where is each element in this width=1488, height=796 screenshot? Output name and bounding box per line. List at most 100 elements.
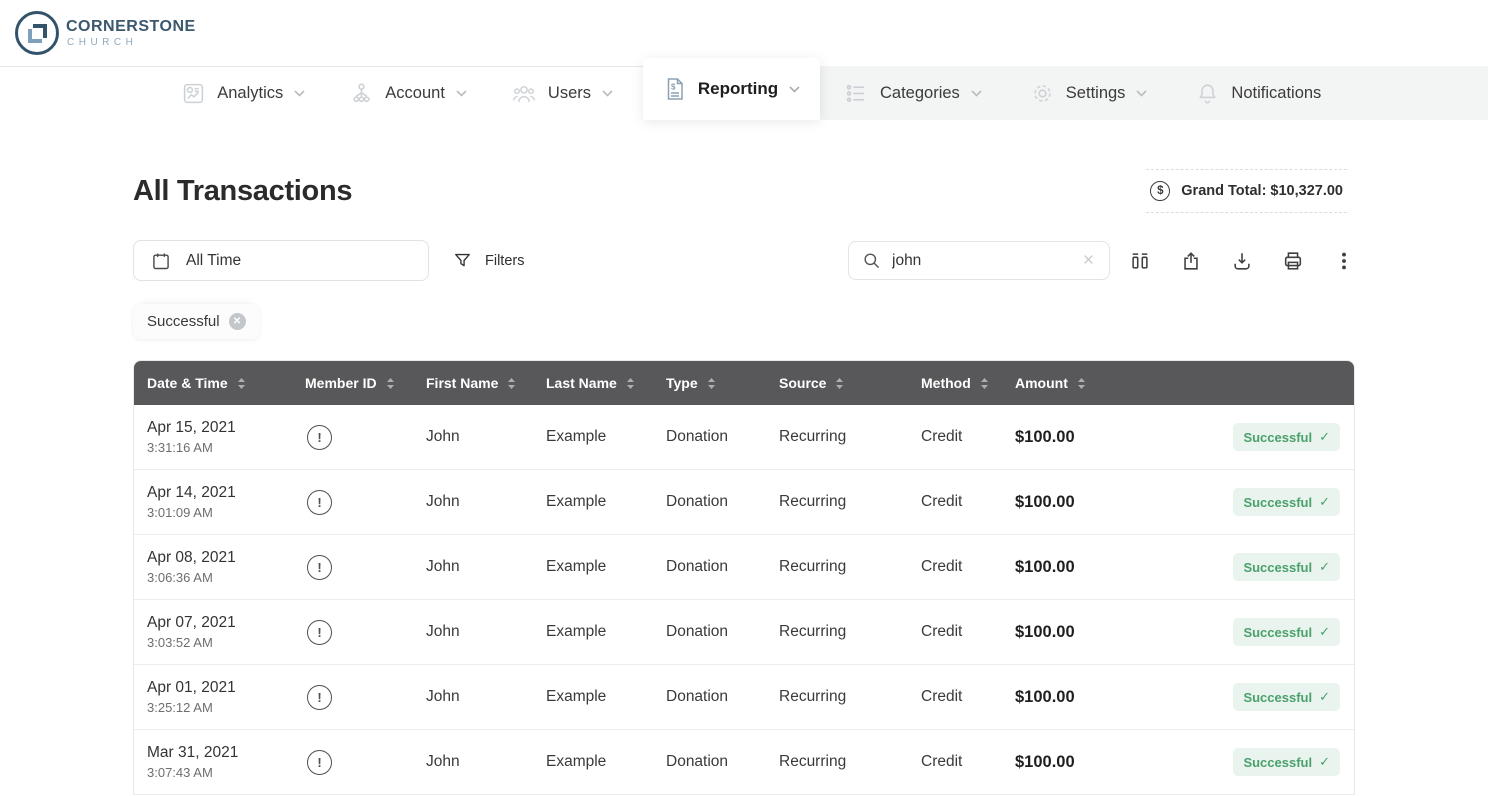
table-header-row: Date & Time Member ID First Name: [134, 361, 1354, 405]
member-id-alert-icon[interactable]: !: [307, 620, 332, 645]
table-row[interactable]: Apr 07, 2021 3:03:52 AM ! John Example D…: [134, 600, 1354, 665]
member-id-alert-icon[interactable]: !: [307, 555, 332, 580]
cell-source: Recurring: [779, 688, 921, 706]
column-header[interactable]: Type: [666, 375, 779, 391]
table-row[interactable]: Apr 15, 2021 3:31:16 AM ! John Example D…: [134, 405, 1354, 470]
cell-date-time: Apr 14, 2021 3:01:09 AM: [147, 484, 305, 520]
filters-button[interactable]: Filters: [453, 251, 524, 270]
more-options-button[interactable]: [1333, 250, 1355, 272]
nav-item-users[interactable]: Users: [511, 81, 613, 106]
sort-icon: [507, 377, 516, 390]
cell-source: Recurring: [779, 753, 921, 771]
cell-amount: $100.00: [1015, 493, 1135, 512]
cell-status: Successful✓: [1135, 618, 1354, 646]
nav-label: Users: [548, 84, 591, 103]
nav-item-reporting[interactable]: $ Reporting: [643, 58, 820, 120]
table-row[interactable]: Mar 31, 2021 3:07:43 AM ! John Example D…: [134, 730, 1354, 795]
table-row[interactable]: Apr 14, 2021 3:01:09 AM ! John Example D…: [134, 470, 1354, 535]
member-id-alert-icon[interactable]: !: [307, 750, 332, 775]
print-icon: [1282, 250, 1304, 272]
column-header[interactable]: Member ID: [305, 375, 426, 391]
column-header[interactable]: Source: [779, 375, 921, 391]
chevron-down-icon: [1136, 90, 1147, 97]
reporting-icon: $: [663, 76, 687, 102]
cell-member-id: !: [305, 490, 426, 515]
nav-group-left: Analytics Account Users: [0, 66, 643, 120]
status-badge: Successful✓: [1233, 423, 1340, 451]
status-badge: Successful✓: [1233, 683, 1340, 711]
chevron-down-icon: [789, 86, 800, 93]
column-header[interactable]: Date & Time: [147, 375, 305, 391]
check-icon: ✓: [1319, 754, 1330, 770]
settings-icon: [1030, 81, 1055, 106]
member-id-alert-icon[interactable]: !: [307, 685, 332, 710]
print-button[interactable]: [1282, 250, 1304, 272]
cell-method: Credit: [921, 558, 1015, 576]
cell-member-id: !: [305, 620, 426, 645]
cell-first-name: John: [426, 428, 546, 446]
remove-filter-icon[interactable]: ✕: [229, 313, 246, 330]
sort-icon: [835, 377, 844, 390]
nav-item-account[interactable]: Account: [349, 81, 467, 106]
cell-status: Successful✓: [1135, 683, 1354, 711]
status-badge: Successful✓: [1233, 748, 1340, 776]
table-row[interactable]: Apr 01, 2021 3:25:12 AM ! John Example D…: [134, 665, 1354, 730]
column-settings-button[interactable]: [1129, 250, 1151, 272]
grand-total-text: Grand Total: $10,327.00: [1181, 183, 1343, 199]
cell-type: Donation: [666, 558, 779, 576]
grand-total[interactable]: $ Grand Total: $10,327.00: [1146, 169, 1347, 213]
date-range-button[interactable]: All Time: [133, 240, 429, 281]
nav-label: Reporting: [698, 79, 778, 99]
sort-icon: [1077, 377, 1086, 390]
nav-item-settings[interactable]: Settings: [1030, 81, 1148, 106]
member-id-alert-icon[interactable]: !: [307, 490, 332, 515]
column-header[interactable]: Method: [921, 375, 1015, 391]
nav-label: Notifications: [1231, 84, 1321, 103]
cell-date-time: Mar 31, 2021 3:07:43 AM: [147, 744, 305, 780]
nav-label: Settings: [1066, 84, 1126, 103]
nav-item-analytics[interactable]: Analytics: [181, 81, 305, 106]
sort-icon: [386, 377, 395, 390]
cell-type: Donation: [666, 623, 779, 641]
cell-date-time: Apr 01, 2021 3:25:12 AM: [147, 679, 305, 715]
share-button[interactable]: [1180, 250, 1202, 272]
cell-first-name: John: [426, 688, 546, 706]
nav-item-categories[interactable]: Categories: [844, 81, 982, 106]
filter-funnel-icon: [453, 251, 472, 270]
status-badge: Successful✓: [1233, 553, 1340, 581]
more-options-icon: [1333, 250, 1355, 272]
filters-label: Filters: [485, 253, 524, 269]
clear-search-icon[interactable]: ×: [1081, 251, 1096, 270]
cell-amount: $100.00: [1015, 688, 1135, 707]
download-button[interactable]: [1231, 250, 1253, 272]
sort-icon: [980, 377, 989, 390]
member-id-alert-icon[interactable]: !: [307, 425, 332, 450]
table-row[interactable]: Apr 08, 2021 3:06:36 AM ! John Example D…: [134, 535, 1354, 600]
cell-date-time: Apr 15, 2021 3:31:16 AM: [147, 419, 305, 455]
cell-last-name: Example: [546, 753, 666, 771]
chevron-down-icon: [294, 90, 305, 97]
cell-status: Successful✓: [1135, 553, 1354, 581]
cell-method: Credit: [921, 428, 1015, 446]
column-header[interactable]: First Name: [426, 375, 546, 391]
sort-icon: [626, 377, 635, 390]
svg-text:$: $: [671, 83, 676, 92]
nav-item-notifications[interactable]: Notifications: [1195, 81, 1321, 106]
download-icon: [1231, 250, 1253, 272]
column-header[interactable]: Last Name: [546, 375, 666, 391]
brand-logo[interactable]: CORNERSTONE CHURCH: [15, 11, 196, 55]
search-input[interactable]: [892, 252, 1070, 270]
column-header[interactable]: Amount: [1015, 375, 1135, 391]
column-header-label: Last Name: [546, 375, 617, 391]
sort-icon: [237, 377, 246, 390]
cell-method: Credit: [921, 688, 1015, 706]
check-icon: ✓: [1319, 494, 1330, 510]
filter-chip-successful[interactable]: Successful ✕: [133, 304, 260, 339]
column-header-label: First Name: [426, 375, 498, 391]
brand-logo-icon: [15, 11, 59, 55]
cell-date-time: Apr 08, 2021 3:06:36 AM: [147, 549, 305, 585]
cell-member-id: !: [305, 425, 426, 450]
nav-label: Account: [385, 84, 445, 103]
search-box: ×: [848, 241, 1110, 280]
table-body: Apr 15, 2021 3:31:16 AM ! John Example D…: [134, 405, 1354, 795]
